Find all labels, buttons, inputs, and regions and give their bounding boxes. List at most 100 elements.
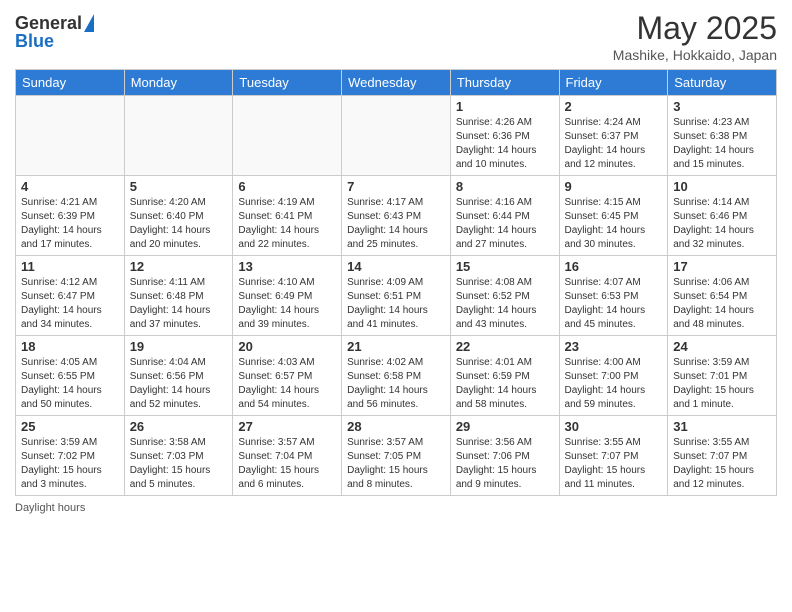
day-info: Sunrise: 4:00 AM Sunset: 7:00 PM Dayligh… bbox=[565, 356, 663, 412]
day-info: Sunrise: 4:06 AM Sunset: 6:54 PM Dayligh… bbox=[673, 276, 771, 332]
day-number: 20 bbox=[238, 339, 336, 354]
calendar-cell: 20 Sunrise: 4:03 AM Sunset: 6:57 PM Dayli… bbox=[233, 336, 342, 416]
calendar-cell: 16Sunrise: 4:07 AM Sunset: 6:53 PM Dayli… bbox=[559, 256, 668, 336]
calendar-week-row-2: 4Sunrise: 4:21 AM Sunset: 6:39 PM Daylig… bbox=[16, 176, 777, 256]
calendar-cell: 3 Sunrise: 4:23 AM Sunset: 6:38 PM Daylig… bbox=[668, 96, 777, 176]
calendar-cell: 11 Sunrise: 4:12 AM Sunset: 6:47 PM Dayli… bbox=[16, 256, 125, 336]
calendar-cell: 21 Sunrise: 4:02 AM Sunset: 6:58 PM Dayli… bbox=[342, 336, 451, 416]
calendar-cell: 26 Sunrise: 3:58 AM Sunset: 7:03 PM Dayli… bbox=[124, 416, 233, 496]
calendar-cell: 22Sunrise: 4:01 AM Sunset: 6:59 PM Dayli… bbox=[450, 336, 559, 416]
day-number: 11 bbox=[21, 259, 119, 274]
day-number: 14 bbox=[347, 259, 445, 274]
calendar-cell bbox=[342, 96, 451, 176]
logo: General Blue bbox=[15, 14, 94, 52]
day-info: Sunrise: 4:02 AM Sunset: 6:58 PM Dayligh… bbox=[347, 356, 445, 412]
calendar-week-row-5: 25Sunrise: 3:59 AM Sunset: 7:02 PM Dayli… bbox=[16, 416, 777, 496]
logo-blue-text: Blue bbox=[15, 32, 54, 52]
calendar-cell: 7 Sunrise: 4:17 AM Sunset: 6:43 PM Daylig… bbox=[342, 176, 451, 256]
day-number: 28 bbox=[347, 419, 445, 434]
daylight-label: Daylight hours bbox=[15, 502, 85, 514]
month-title: May 2025 bbox=[613, 10, 777, 47]
day-info: Sunrise: 4:09 AM Sunset: 6:51 PM Dayligh… bbox=[347, 276, 445, 332]
calendar-cell bbox=[233, 96, 342, 176]
day-number: 15 bbox=[456, 259, 554, 274]
day-number: 17 bbox=[673, 259, 771, 274]
day-number: 27 bbox=[238, 419, 336, 434]
day-number: 5 bbox=[130, 179, 228, 194]
day-info: Sunrise: 4:10 AM Sunset: 6:49 PM Dayligh… bbox=[238, 276, 336, 332]
day-info: Sunrise: 4:12 AM Sunset: 6:47 PM Dayligh… bbox=[21, 276, 119, 332]
day-number: 10 bbox=[673, 179, 771, 194]
calendar-week-row-4: 18Sunrise: 4:05 AM Sunset: 6:55 PM Dayli… bbox=[16, 336, 777, 416]
day-info: Sunrise: 4:26 AM Sunset: 6:36 PM Dayligh… bbox=[456, 116, 554, 172]
header: General Blue May 2025 Mashike, Hokkaido,… bbox=[15, 10, 777, 63]
day-info: Sunrise: 3:56 AM Sunset: 7:06 PM Dayligh… bbox=[456, 436, 554, 492]
day-info: Sunrise: 3:57 AM Sunset: 7:04 PM Dayligh… bbox=[238, 436, 336, 492]
day-number: 2 bbox=[565, 99, 663, 114]
day-info: Sunrise: 4:03 AM Sunset: 6:57 PM Dayligh… bbox=[238, 356, 336, 412]
calendar-cell: 29 Sunrise: 3:56 AM Sunset: 7:06 PM Dayli… bbox=[450, 416, 559, 496]
calendar-cell: 30 Sunrise: 3:55 AM Sunset: 7:07 PM Dayli… bbox=[559, 416, 668, 496]
day-number: 18 bbox=[21, 339, 119, 354]
day-number: 23 bbox=[565, 339, 663, 354]
weekday-header-wednesday: Wednesday bbox=[342, 70, 451, 96]
day-number: 26 bbox=[130, 419, 228, 434]
weekday-header-thursday: Thursday bbox=[450, 70, 559, 96]
day-info: Sunrise: 4:17 AM Sunset: 6:43 PM Dayligh… bbox=[347, 196, 445, 252]
calendar-week-row-1: 1 Sunrise: 4:26 AM Sunset: 6:36 PM Daylig… bbox=[16, 96, 777, 176]
calendar-cell bbox=[124, 96, 233, 176]
calendar-cell: 4Sunrise: 4:21 AM Sunset: 6:39 PM Daylig… bbox=[16, 176, 125, 256]
day-info: Sunrise: 4:23 AM Sunset: 6:38 PM Dayligh… bbox=[673, 116, 771, 172]
day-info: Sunrise: 4:14 AM Sunset: 6:46 PM Dayligh… bbox=[673, 196, 771, 252]
calendar-week-row-3: 11 Sunrise: 4:12 AM Sunset: 6:47 PM Dayli… bbox=[16, 256, 777, 336]
logo-triangle-icon bbox=[84, 14, 94, 32]
calendar-cell: 28 Sunrise: 3:57 AM Sunset: 7:05 PM Dayli… bbox=[342, 416, 451, 496]
day-number: 7 bbox=[347, 179, 445, 194]
day-info: Sunrise: 3:57 AM Sunset: 7:05 PM Dayligh… bbox=[347, 436, 445, 492]
calendar-cell: 25Sunrise: 3:59 AM Sunset: 7:02 PM Dayli… bbox=[16, 416, 125, 496]
day-number: 16 bbox=[565, 259, 663, 274]
day-number: 29 bbox=[456, 419, 554, 434]
day-number: 12 bbox=[130, 259, 228, 274]
calendar-cell: 1 Sunrise: 4:26 AM Sunset: 6:36 PM Daylig… bbox=[450, 96, 559, 176]
day-info: Sunrise: 4:15 AM Sunset: 6:45 PM Dayligh… bbox=[565, 196, 663, 252]
weekday-header-friday: Friday bbox=[559, 70, 668, 96]
location: Mashike, Hokkaido, Japan bbox=[613, 47, 777, 63]
day-info: Sunrise: 4:24 AM Sunset: 6:37 PM Dayligh… bbox=[565, 116, 663, 172]
calendar-cell: 15 Sunrise: 4:08 AM Sunset: 6:52 PM Dayli… bbox=[450, 256, 559, 336]
weekday-header-sunday: Sunday bbox=[16, 70, 125, 96]
calendar-cell: 17 Sunrise: 4:06 AM Sunset: 6:54 PM Dayli… bbox=[668, 256, 777, 336]
day-number: 3 bbox=[673, 99, 771, 114]
day-info: Sunrise: 3:58 AM Sunset: 7:03 PM Dayligh… bbox=[130, 436, 228, 492]
day-info: Sunrise: 3:59 AM Sunset: 7:02 PM Dayligh… bbox=[21, 436, 119, 492]
day-info: Sunrise: 4:19 AM Sunset: 6:41 PM Dayligh… bbox=[238, 196, 336, 252]
day-number: 1 bbox=[456, 99, 554, 114]
day-info: Sunrise: 4:01 AM Sunset: 6:59 PM Dayligh… bbox=[456, 356, 554, 412]
day-info: Sunrise: 4:21 AM Sunset: 6:39 PM Dayligh… bbox=[21, 196, 119, 252]
weekday-header-tuesday: Tuesday bbox=[233, 70, 342, 96]
day-number: 30 bbox=[565, 419, 663, 434]
weekday-header-monday: Monday bbox=[124, 70, 233, 96]
day-info: Sunrise: 4:16 AM Sunset: 6:44 PM Dayligh… bbox=[456, 196, 554, 252]
day-info: Sunrise: 4:11 AM Sunset: 6:48 PM Dayligh… bbox=[130, 276, 228, 332]
day-info: Sunrise: 3:55 AM Sunset: 7:07 PM Dayligh… bbox=[673, 436, 771, 492]
page-container: General Blue May 2025 Mashike, Hokkaido,… bbox=[0, 0, 792, 524]
day-number: 31 bbox=[673, 419, 771, 434]
day-number: 6 bbox=[238, 179, 336, 194]
calendar-cell: 9 Sunrise: 4:15 AM Sunset: 6:45 PM Daylig… bbox=[559, 176, 668, 256]
calendar-cell: 6 Sunrise: 4:19 AM Sunset: 6:41 PM Daylig… bbox=[233, 176, 342, 256]
day-info: Sunrise: 4:20 AM Sunset: 6:40 PM Dayligh… bbox=[130, 196, 228, 252]
day-number: 21 bbox=[347, 339, 445, 354]
weekday-header-saturday: Saturday bbox=[668, 70, 777, 96]
day-info: Sunrise: 4:04 AM Sunset: 6:56 PM Dayligh… bbox=[130, 356, 228, 412]
day-number: 13 bbox=[238, 259, 336, 274]
calendar-cell: 27 Sunrise: 3:57 AM Sunset: 7:04 PM Dayli… bbox=[233, 416, 342, 496]
day-number: 9 bbox=[565, 179, 663, 194]
calendar-cell: 13 Sunrise: 4:10 AM Sunset: 6:49 PM Dayli… bbox=[233, 256, 342, 336]
calendar-cell: 8Sunrise: 4:16 AM Sunset: 6:44 PM Daylig… bbox=[450, 176, 559, 256]
day-info: Sunrise: 3:55 AM Sunset: 7:07 PM Dayligh… bbox=[565, 436, 663, 492]
day-info: Sunrise: 4:08 AM Sunset: 6:52 PM Dayligh… bbox=[456, 276, 554, 332]
calendar-cell: 5 Sunrise: 4:20 AM Sunset: 6:40 PM Daylig… bbox=[124, 176, 233, 256]
calendar-cell bbox=[16, 96, 125, 176]
calendar-cell: 31 Sunrise: 3:55 AM Sunset: 7:07 PM Dayli… bbox=[668, 416, 777, 496]
